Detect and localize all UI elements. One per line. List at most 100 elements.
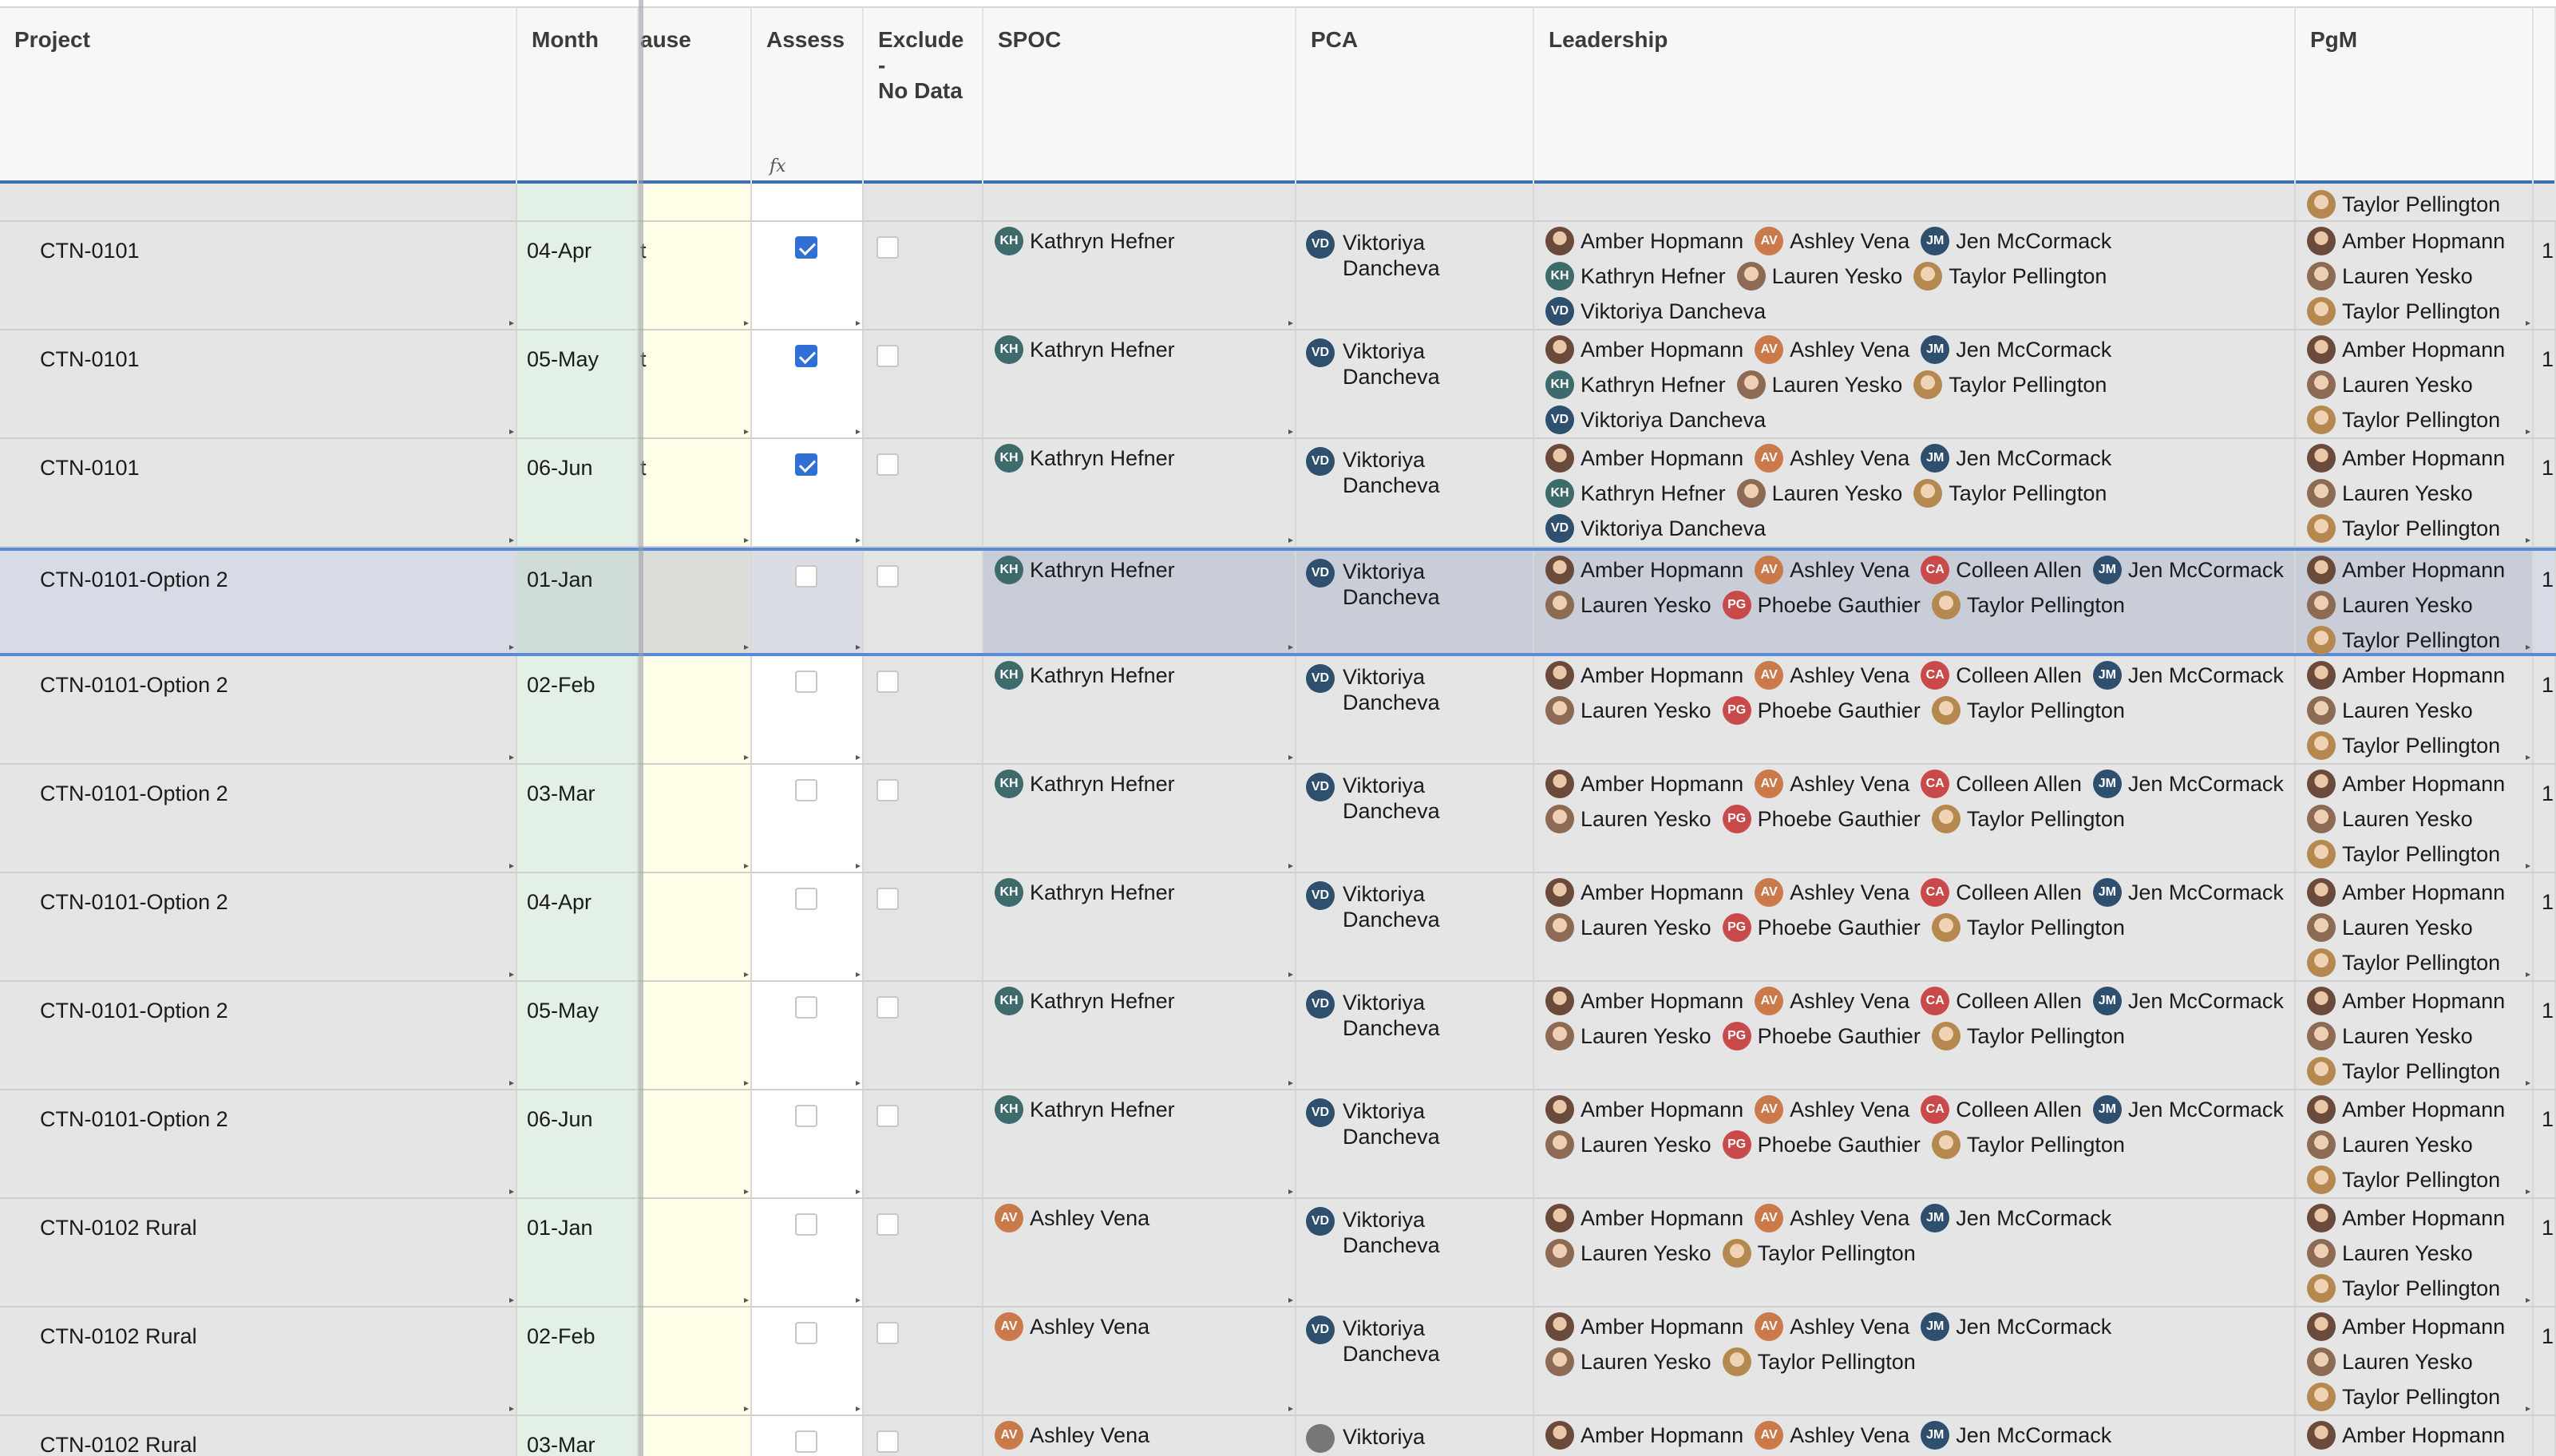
person-chip[interactable]: Lauren Yesko [2307,476,2505,511]
cell-leadership[interactable]: Amber Hopmann AV Ashley Vena JM Jen McCormac… [1534,330,2296,437]
person-chip[interactable]: Lauren Yesko [1736,259,1902,294]
person-chip[interactable]: Amber Hopmann [2307,1309,2505,1344]
cell-pca[interactable]: VD Viktoriya Dancheva [1296,439,1534,546]
cell-cause[interactable] [639,1090,752,1197]
cell-assess[interactable] [752,982,864,1089]
person-chip[interactable]: Lauren Yesko [2307,367,2505,402]
cell-pgm[interactable]: Amber Hopmann Lauren Yesko Taylor Pellingt… [2296,551,2534,655]
cell-exclude[interactable] [864,1308,983,1414]
cell-spoc[interactable]: KH Kathryn Hefner [983,222,1296,329]
person-chip[interactable]: CA Colleen Allen [1921,1092,2082,1127]
person-chip[interactable]: Lauren Yesko [1736,476,1902,511]
person-chip[interactable]: AV Ashley Vena [1755,332,1909,367]
cell-cause[interactable]: t [639,439,752,546]
cell-project[interactable]: CTN-0101-Option 2 [0,551,517,653]
person-chip[interactable]: CA Colleen Allen [1921,658,2082,693]
cell-month[interactable]: 02-Feb [517,656,639,763]
exclude-checkbox[interactable] [876,565,899,588]
cell-exclude[interactable] [864,222,983,329]
assess-checkbox[interactable] [795,671,817,693]
cell-pgm[interactable]: Amber Hopmann [2296,1416,2534,1456]
person-chip[interactable]: PG Phoebe Gauthier [1722,801,1921,837]
cell-pca[interactable]: VD Viktoriya Dancheva [1296,982,1534,1089]
assess-checkbox[interactable] [795,1430,817,1453]
pca-contact[interactable]: VD Viktoriya Dancheva [1306,559,1440,610]
person-chip[interactable]: Taylor Pellington [2307,945,2505,980]
person-chip[interactable]: Amber Hopmann [1545,875,1743,910]
person-chip[interactable]: Amber Hopmann [1545,1309,1743,1344]
cell-month[interactable]: 05-May [517,330,639,437]
cell-assess[interactable] [752,1308,864,1414]
person-chip[interactable]: AV Ashley Vena [1755,1201,1909,1236]
header-cause[interactable]: ause [639,8,752,184]
cell-exclude[interactable] [864,439,983,546]
person-chip[interactable]: Taylor Pellington [1931,588,2125,623]
cell-next[interactable]: 1 [2534,765,2556,872]
person-chip[interactable]: Amber Hopmann [1545,552,1743,588]
person-chip[interactable]: AV Ashley Vena [1755,441,1909,476]
person-chip[interactable]: KH Kathryn Hefner [995,224,1175,259]
assess-checkbox[interactable] [795,996,817,1019]
person-chip[interactable]: VDViktoriya Dancheva [1545,402,1766,437]
person-chip[interactable]: CA Colleen Allen [1921,552,2082,588]
assess-checkbox[interactable] [795,779,817,801]
person-chip[interactable]: Lauren Yesko [1545,910,1711,945]
person-chip[interactable]: Amber Hopmann [1545,224,1743,259]
person-chip[interactable]: JM Jen McCormack [1921,224,2111,259]
person-chip[interactable]: JM Jen McCormack [1921,1418,2111,1453]
header-assess[interactable]: Assess [752,8,864,184]
header-project[interactable]: Project [0,8,517,184]
cell-leadership[interactable]: Amber Hopmann AV Ashley Vena CA Colleen Alle… [1534,1090,2296,1197]
person-chip[interactable]: AV Ashley Vena [1755,1092,1909,1127]
cell-leadership[interactable]: Amber Hopmann AV Ashley Vena CA Colleen Alle… [1534,982,2296,1089]
cell-next[interactable]: 1 [2534,551,2556,653]
exclude-checkbox[interactable] [876,1213,899,1236]
cell-cause[interactable] [639,656,752,763]
person-chip[interactable]: AV Ashley Vena [995,1201,1149,1236]
cell-exclude[interactable] [864,982,983,1089]
cell-pca[interactable]: VD Viktoriya Dancheva [1296,551,1534,653]
person-chip[interactable]: Amber Hopmann [1545,1092,1743,1127]
pca-contact[interactable]: VD Viktoriya Dancheva [1306,338,1440,390]
person-chip[interactable]: JM Jen McCormack [2092,983,2284,1019]
cell-month[interactable]: 03-Mar [517,765,639,872]
cell-cause[interactable] [639,765,752,872]
assess-checkbox[interactable] [795,888,817,910]
cell-cause[interactable] [639,1416,752,1456]
person-chip[interactable]: KH Kathryn Hefner [995,983,1175,1019]
person-chip[interactable]: Lauren Yesko [1736,367,1902,402]
person-chip[interactable]: AV Ashley Vena [1755,766,1909,801]
cell-next[interactable]: 1 [2534,222,2556,329]
cell-pgm[interactable]: Amber Hopmann Lauren Yesko Taylor Pellingt… [2296,656,2534,763]
cell-project[interactable]: CTN-0102 Rural [0,1308,517,1414]
cell-next[interactable]: 1 [2534,330,2556,437]
exclude-checkbox[interactable] [876,1105,899,1127]
person-chip[interactable]: AV Ashley Vena [995,1309,1149,1344]
table-row[interactable]: CTN-0101-Option 2 06-Jun KH Kathryn Hefner V… [0,1090,2556,1199]
person-chip[interactable]: AV Ashley Vena [1755,552,1909,588]
person-chip[interactable]: Taylor Pellington [1931,693,2125,728]
person-chip[interactable]: PG Phoebe Gauthier [1722,1019,1921,1054]
cell-leadership[interactable]: Amber Hopmann AV Ashley Vena CA Colleen Alle… [1534,765,2296,872]
person-chip[interactable]: CA Colleen Allen [1921,983,2082,1019]
cell-leadership[interactable]: Amber Hopmann AV Ashley Vena CA Colleen Alle… [1534,873,2296,980]
header-leadership[interactable]: Leadership [1534,8,2296,184]
cell-spoc[interactable]: AV Ashley Vena [983,1416,1296,1456]
person-chip[interactable]: Taylor Pellington [2307,294,2505,329]
cell-leadership[interactable]: Amber Hopmann AV Ashley Vena JM Jen McCormac… [1534,222,2296,329]
person-chip[interactable]: Amber Hopmann [2307,332,2505,367]
person-chip[interactable]: JM Jen McCormack [2092,658,2284,693]
person-chip[interactable]: JM Jen McCormack [2092,1092,2284,1127]
cell-assess[interactable] [752,222,864,329]
person-chip[interactable]: Taylor Pellington [2307,728,2505,763]
cell-pgm[interactable]: Amber Hopmann Lauren Yesko Taylor Pellingt… [2296,765,2534,872]
exclude-checkbox[interactable] [876,236,899,259]
person-chip[interactable]: VDViktoriya Dancheva [1545,184,1766,187]
cell-next[interactable]: 1 [2534,1308,2556,1414]
cell-assess[interactable] [752,873,864,980]
person-chip[interactable]: Taylor Pellington [1913,476,2107,511]
table-row[interactable]: CTN-0101-Option 2 03-Mar KH Kathryn Hefner V… [0,765,2556,873]
cell-assess[interactable] [752,765,864,872]
person-chip[interactable]: Lauren Yesko [1545,693,1711,728]
cell-next[interactable]: 1 [2534,439,2556,546]
